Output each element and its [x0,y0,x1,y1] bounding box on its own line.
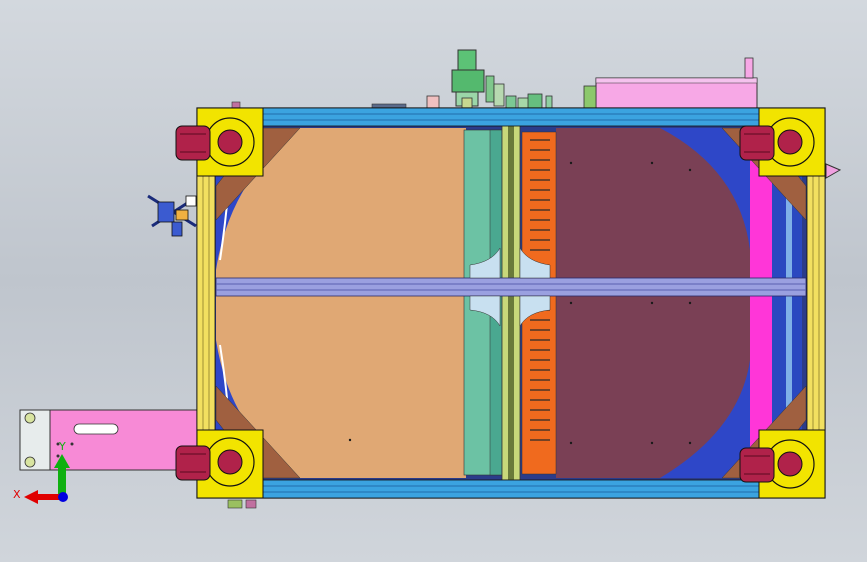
top-green-motor [457,49,477,73]
left-pink-mounting-plate [19,409,198,471]
top-frame-rail [196,107,826,127]
left-clamp-assembly [147,194,197,237]
caster-wheel-icon [739,125,775,161]
caster-top-left [175,107,264,177]
cad-model-viewport[interactable]: Y X [0,0,867,562]
triad-y-label: Y [58,440,66,453]
caster-wheel-icon [175,125,211,161]
bottom-frame-rail [196,479,826,499]
caster-wheel-icon [175,445,211,481]
top-components [231,49,758,111]
caster-wheel-icon [739,447,775,483]
right-magenta-panel [750,140,772,470]
horizontal-crossbar [215,277,807,297]
triad-x-label: X [13,488,21,501]
main-frame [196,107,826,499]
triad-z-dot-icon [58,492,68,502]
triad-y-arrow-icon [58,466,66,496]
left-platter [216,128,466,478]
right-side-nub [825,163,842,179]
